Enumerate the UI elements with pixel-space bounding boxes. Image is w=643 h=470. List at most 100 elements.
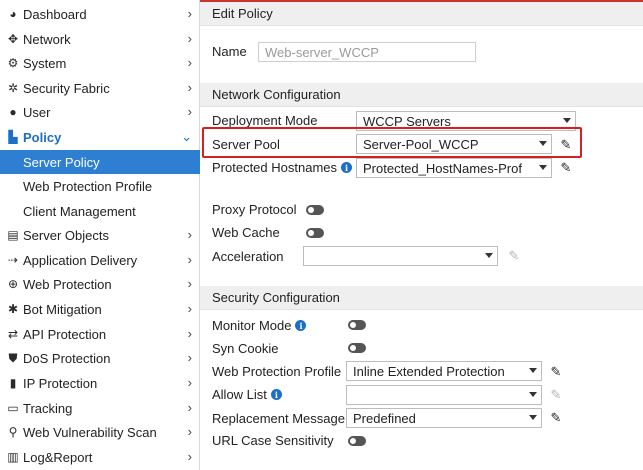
sidebar-item-label: Server Objects xyxy=(23,227,109,243)
chevron-right-icon: › xyxy=(187,252,192,267)
sidebar-item-label: Network xyxy=(23,31,71,47)
monitor-mode-toggle[interactable] xyxy=(348,320,366,330)
sidebar-item-policy[interactable]: ▙ Policy ⌄ xyxy=(0,125,200,149)
api-icon: ⇄ xyxy=(7,327,19,341)
url-case-sensitivity-toggle[interactable] xyxy=(348,436,366,446)
chevron-right-icon: › xyxy=(187,375,192,390)
sidebar-item-label: Bot Mitigation xyxy=(23,301,102,317)
sidebar-item-dashboard[interactable]: ◕ Dashboard › xyxy=(0,2,200,26)
sidebar-item-web-protection-profile[interactable]: Web Protection Profile xyxy=(0,174,200,198)
sidebar-item-server-policy[interactable]: Server Policy xyxy=(0,150,200,174)
caret-down-icon xyxy=(563,118,571,123)
chevron-right-icon: › xyxy=(187,104,192,119)
shield-icon: ⛊ xyxy=(8,350,18,365)
scan-icon: ⚲ xyxy=(8,425,18,439)
user-icon: ● xyxy=(9,105,17,119)
allow-list-label: Allow List i xyxy=(212,387,282,402)
chevron-down-icon: ⌄ xyxy=(181,129,192,144)
caret-down-icon xyxy=(529,368,537,373)
replacement-message-value: Predefined xyxy=(353,410,416,426)
pencil-icon[interactable]: ✎ xyxy=(549,387,563,402)
sidebar: ◕ Dashboard › ✥ Network › ⚙ System › ✲ S… xyxy=(0,0,200,470)
sidebar-item-web-vulnerability-scan[interactable]: ⚲ Web Vulnerability Scan › xyxy=(0,420,200,444)
sidebar-item-label: Dashboard xyxy=(23,6,87,22)
security-config-header: Security Configuration xyxy=(200,286,643,310)
sidebar-item-network[interactable]: ✥ Network › xyxy=(0,27,200,51)
caret-down-icon xyxy=(539,141,547,146)
sidebar-item-server-objects[interactable]: ▤ Server Objects › xyxy=(0,223,200,247)
delivery-icon: ⇢ xyxy=(7,253,19,267)
caret-down-icon xyxy=(539,165,547,170)
replacement-message-select[interactable]: Predefined xyxy=(346,408,542,428)
protected-hostnames-text: Protected Hostnames xyxy=(212,160,338,175)
server-pool-value: Server-Pool_WCCP xyxy=(363,136,479,152)
server-icon: ▤ xyxy=(7,228,19,242)
chevron-right-icon: › xyxy=(187,424,192,439)
sidebar-item-web-protection[interactable]: ⊕ Web Protection › xyxy=(0,272,200,296)
info-icon[interactable]: i xyxy=(341,162,353,173)
server-pool-select[interactable]: Server-Pool_WCCP xyxy=(356,134,552,154)
sidebar-item-label: Web Protection xyxy=(23,276,112,292)
pencil-icon[interactable]: ✎ xyxy=(507,248,521,263)
caret-down-icon xyxy=(485,253,493,258)
sidebar-item-label: System xyxy=(23,55,67,71)
page-title: Edit Policy xyxy=(200,2,643,26)
deployment-mode-select[interactable]: WCCP Servers xyxy=(356,111,576,131)
sidebar-item-label: Tracking xyxy=(23,400,73,416)
sidebar-item-label: Policy xyxy=(23,129,62,145)
info-icon[interactable]: i xyxy=(295,320,307,331)
sidebar-item-ip-protection[interactable]: ▮ IP Protection › xyxy=(0,371,200,395)
url-case-sensitivity-label: URL Case Sensitivity xyxy=(212,433,334,448)
sidebar-item-tracking[interactable]: ▭ Tracking › xyxy=(0,396,200,420)
sidebar-item-api-protection[interactable]: ⇄ API Protection › xyxy=(0,322,200,346)
pencil-icon[interactable]: ✎ xyxy=(559,137,573,152)
proxy-protocol-toggle[interactable] xyxy=(306,205,324,215)
chevron-right-icon: › xyxy=(187,31,192,46)
gear-icon: ⚙ xyxy=(7,56,19,70)
sidebar-item-dos-protection[interactable]: ⛊ DoS Protection › xyxy=(0,346,200,370)
replacement-message-label: Replacement Message xyxy=(212,411,345,426)
sidebar-item-label: User xyxy=(23,104,51,120)
dashboard-icon: ◕ xyxy=(9,7,17,21)
deployment-mode-value: WCCP Servers xyxy=(363,113,451,129)
web-protection-profile-select[interactable]: Inline Extended Protection xyxy=(346,361,542,381)
web-protection-profile-label: Web Protection Profile xyxy=(212,364,342,379)
monitor-mode-text: Monitor Mode xyxy=(212,318,292,333)
network-config-header: Network Configuration xyxy=(200,83,643,107)
ip-icon: ▮ xyxy=(9,376,17,390)
chevron-right-icon: › xyxy=(187,55,192,70)
sidebar-item-security-fabric[interactable]: ✲ Security Fabric › xyxy=(0,76,200,100)
fabric-icon: ✲ xyxy=(7,81,19,95)
pencil-icon[interactable]: ✎ xyxy=(549,364,563,379)
sidebar-item-label: Application Delivery xyxy=(23,252,138,268)
name-label: Name xyxy=(212,44,247,59)
sidebar-item-bot-mitigation[interactable]: ✱ Bot Mitigation › xyxy=(0,297,200,321)
acceleration-select[interactable] xyxy=(303,246,498,266)
sidebar-item-client-management[interactable]: Client Management xyxy=(0,199,200,223)
main-content: Edit Policy Name Web-server_WCCP Network… xyxy=(200,0,643,470)
web-cache-toggle[interactable] xyxy=(306,228,324,238)
chevron-right-icon: › xyxy=(187,350,192,365)
syn-cookie-toggle[interactable] xyxy=(348,343,366,353)
caret-down-icon xyxy=(529,415,537,420)
acceleration-label: Acceleration xyxy=(212,249,284,264)
protected-hostnames-select[interactable]: Protected_HostNames-Prof xyxy=(356,158,552,178)
server-pool-label: Server Pool xyxy=(212,137,280,152)
sidebar-item-application-delivery[interactable]: ⇢ Application Delivery › xyxy=(0,248,200,272)
sidebar-item-system[interactable]: ⚙ System › xyxy=(0,51,200,75)
sidebar-item-log-report[interactable]: ▥ Log&Report › xyxy=(0,445,200,469)
syn-cookie-label: Syn Cookie xyxy=(212,341,279,356)
name-field[interactable]: Web-server_WCCP xyxy=(258,42,476,62)
protected-hostnames-label: Protected Hostnames i xyxy=(212,160,353,175)
pencil-icon[interactable]: ✎ xyxy=(549,410,563,425)
sidebar-item-label: Security Fabric xyxy=(23,80,110,96)
sidebar-item-label: Web Vulnerability Scan xyxy=(23,424,157,440)
tracking-icon: ▭ xyxy=(7,401,19,415)
sidebar-item-label: DoS Protection xyxy=(23,350,111,366)
sidebar-item-user[interactable]: ● User › xyxy=(0,100,200,124)
web-cache-label: Web Cache xyxy=(212,225,280,240)
info-icon[interactable]: i xyxy=(270,389,282,400)
network-icon: ✥ xyxy=(7,32,19,46)
allow-list-select[interactable] xyxy=(346,385,542,405)
pencil-icon[interactable]: ✎ xyxy=(559,160,573,175)
